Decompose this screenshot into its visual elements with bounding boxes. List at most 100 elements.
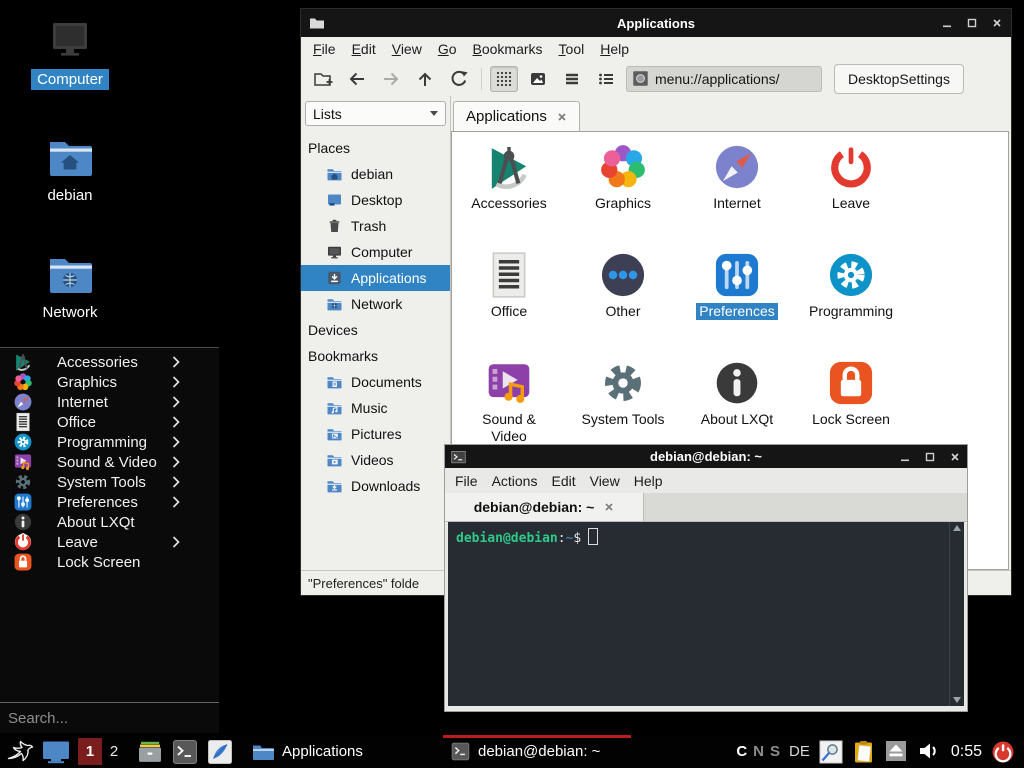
sidebar-item-documents[interactable]: Documents xyxy=(301,369,450,395)
launcher-file-manager-button[interactable] xyxy=(137,739,163,765)
app-category-preferences[interactable]: Preferences xyxy=(680,250,794,350)
compact-view-button[interactable] xyxy=(558,66,586,92)
task-button-applications[interactable]: Applications xyxy=(244,735,432,768)
desktop-icon-debian[interactable]: debian xyxy=(24,138,116,206)
app-category-internet[interactable]: Internet xyxy=(680,142,794,242)
menu-item-accessories[interactable]: Accessories xyxy=(0,352,219,372)
tray-volume-button[interactable] xyxy=(918,740,942,764)
menu-item-programming[interactable]: Programming xyxy=(0,432,219,452)
menu-item-system-tools[interactable]: System Tools xyxy=(0,472,219,492)
keyboard-layout[interactable]: DE xyxy=(789,743,810,760)
launcher-terminal-button[interactable] xyxy=(172,739,198,765)
app-category-sound-video[interactable]: Sound & Video xyxy=(452,358,566,458)
tray-clipboard-button[interactable] xyxy=(852,740,876,764)
app-category-other[interactable]: Other xyxy=(566,250,680,350)
tab-applications[interactable]: Applications xyxy=(453,101,580,131)
kbd-led-n[interactable]: N xyxy=(753,743,764,760)
fm-close-button[interactable] xyxy=(991,17,1003,29)
fm-maximize-button[interactable] xyxy=(966,17,978,29)
menu-item-office[interactable]: Office xyxy=(0,412,219,432)
menu-item-about-lxqt[interactable]: About LXQt xyxy=(0,512,219,532)
app-category-about-lxqt[interactable]: About LXQt xyxy=(680,358,794,458)
terminal-tab[interactable]: debian@debian: ~ xyxy=(445,493,644,521)
app-category-leave[interactable]: Leave xyxy=(794,142,908,242)
terminal-screen[interactable]: debian@debian:~$ xyxy=(448,522,949,706)
app-category-graphics[interactable]: Graphics xyxy=(566,142,680,242)
up-button[interactable] xyxy=(411,66,439,92)
app-category-label: Other xyxy=(602,303,643,320)
term-menu-actions[interactable]: Actions xyxy=(492,471,552,491)
sidebar-item-computer[interactable]: Computer xyxy=(301,239,450,265)
menu-search-input[interactable] xyxy=(0,709,200,728)
term-maximize-button[interactable] xyxy=(924,451,936,463)
fm-menu-file[interactable]: File xyxy=(305,39,344,59)
fm-titlebar[interactable]: Applications xyxy=(301,9,1011,37)
term-close-button[interactable] xyxy=(949,451,961,463)
sidebar-item-desktop[interactable]: Desktop xyxy=(301,187,450,213)
kbd-led-c[interactable]: C xyxy=(736,743,747,760)
app-category-label: Office xyxy=(488,303,530,320)
term-minimize-button[interactable] xyxy=(899,451,911,463)
address-bar[interactable]: menu://applications/ xyxy=(626,66,822,92)
close-icon[interactable] xyxy=(557,112,567,122)
new-tab-button[interactable] xyxy=(309,66,337,92)
pager-desktop-1[interactable]: 1 xyxy=(78,738,102,765)
back-button[interactable] xyxy=(343,66,371,92)
thumbnail-view-button[interactable] xyxy=(524,66,552,92)
app-category-programming[interactable]: Programming xyxy=(794,250,908,350)
sidebar-item-downloads[interactable]: Downloads xyxy=(301,473,450,499)
menu-item-lock-screen[interactable]: Lock Screen xyxy=(0,552,219,572)
power-button[interactable] xyxy=(991,740,1015,764)
term-menu-help[interactable]: Help xyxy=(634,471,677,491)
main-menu-button[interactable] xyxy=(5,738,35,766)
fm-minimize-button[interactable] xyxy=(941,17,953,29)
desktop-icon-computer[interactable]: Computer xyxy=(24,22,116,90)
close-icon[interactable] xyxy=(604,502,614,512)
app-category-lock-screen[interactable]: Lock Screen xyxy=(794,358,908,458)
menu-item-leave[interactable]: Leave xyxy=(0,532,219,552)
menu-item-sound-video[interactable]: Sound & Video xyxy=(0,452,219,472)
tray-screenshot-button[interactable] xyxy=(819,740,843,764)
show-desktop-button[interactable] xyxy=(41,738,71,765)
term-menu-edit[interactable]: Edit xyxy=(551,471,589,491)
term-titlebar[interactable]: debian@debian: ~ xyxy=(445,445,967,468)
menu-item-internet[interactable]: Internet xyxy=(0,392,219,412)
fm-menu-view[interactable]: View xyxy=(384,39,430,59)
menu-item-preferences[interactable]: Preferences xyxy=(0,492,219,512)
fm-menu-bookmarks[interactable]: Bookmarks xyxy=(465,39,551,59)
app-category-accessories[interactable]: Accessories xyxy=(452,142,566,242)
term-menu-view[interactable]: View xyxy=(590,471,634,491)
forward-button[interactable] xyxy=(377,66,405,92)
term-menu-file[interactable]: File xyxy=(455,471,492,491)
scroll-down-icon[interactable] xyxy=(953,697,961,703)
task-button-debian-debian[interactable]: debian@debian: ~ xyxy=(443,735,631,768)
app-category-system-tools[interactable]: System Tools xyxy=(566,358,680,458)
reload-button[interactable] xyxy=(445,66,473,92)
fm-menu-help[interactable]: Help xyxy=(592,39,637,59)
app-category-office[interactable]: Office xyxy=(452,250,566,350)
kbd-led-s[interactable]: S xyxy=(770,743,780,760)
pager-desktop-2[interactable]: 2 xyxy=(102,738,126,765)
sidebar-item-pictures[interactable]: Pictures xyxy=(301,421,450,447)
menu-item-graphics[interactable]: Graphics xyxy=(0,372,219,392)
terminal-scrollbar[interactable] xyxy=(949,522,964,706)
tray-eject-button[interactable] xyxy=(885,740,909,764)
desktop-icon-network[interactable]: Network xyxy=(24,255,116,323)
sidebar-item-applications[interactable]: Applications xyxy=(301,265,450,291)
fm-menu-go[interactable]: Go xyxy=(430,39,465,59)
fm-menu-edit[interactable]: Edit xyxy=(344,39,384,59)
sidebar-item-trash[interactable]: Trash xyxy=(301,213,450,239)
sidebar-item-music[interactable]: Music xyxy=(301,395,450,421)
menu-item-label: Sound & Video xyxy=(57,454,157,471)
sidebar-item-debian[interactable]: debian xyxy=(301,161,450,187)
fm-menu-tool[interactable]: Tool xyxy=(551,39,593,59)
launcher-featherpad-button[interactable] xyxy=(207,739,233,765)
sidebar-view-mode-combo[interactable]: Lists xyxy=(305,101,446,126)
sidebar-item-network[interactable]: Network xyxy=(301,291,450,317)
sidebar-item-videos[interactable]: Videos xyxy=(301,447,450,473)
detailed-list-view-button[interactable] xyxy=(592,66,620,92)
desktop-settings-button[interactable]: DesktopSettings xyxy=(834,64,964,94)
icon-view-button[interactable] xyxy=(490,66,518,92)
scroll-up-icon[interactable] xyxy=(953,525,961,531)
clock[interactable]: 0:55 xyxy=(951,743,982,761)
